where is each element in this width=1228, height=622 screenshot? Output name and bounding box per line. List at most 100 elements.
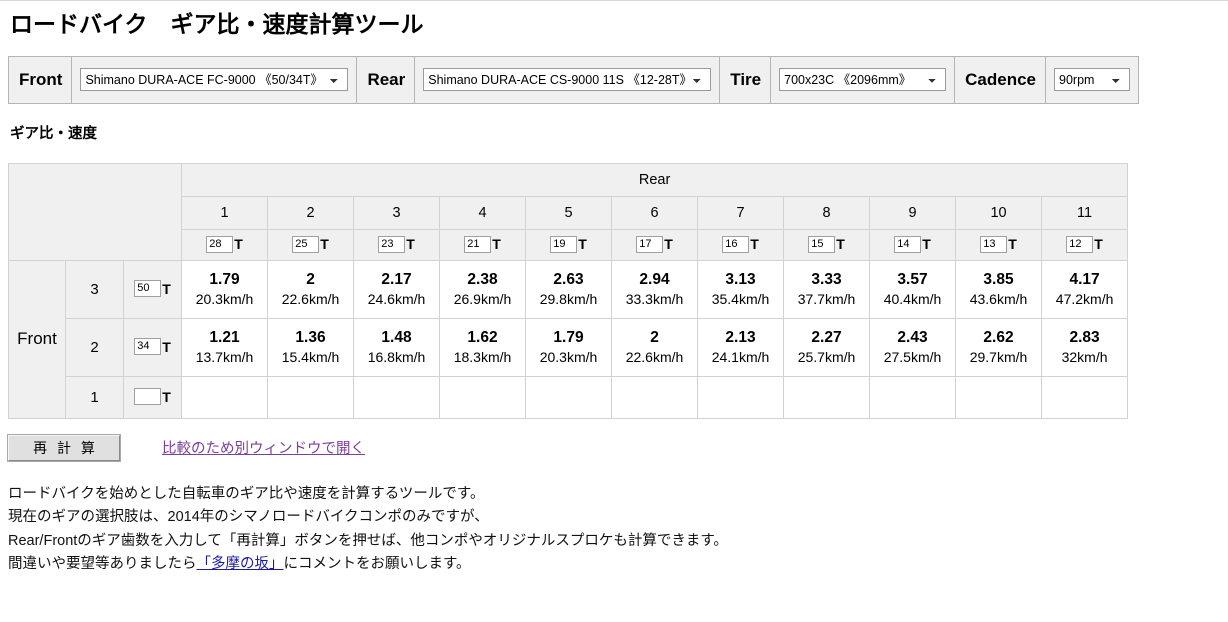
gear-table-body: Rear 1234567891011 T T T T T T T T T T T bbox=[7, 162, 1129, 261]
rear-tooth-input[interactable] bbox=[292, 235, 320, 253]
table-row: 2T1.2113.7km/h1.3615.4km/h1.4816.8km/h1.… bbox=[9, 317, 1129, 377]
gear-data-cell: 2.17 24.6km/h bbox=[353, 259, 441, 319]
gear-data-cell bbox=[439, 375, 527, 419]
gear-data-cell bbox=[783, 375, 871, 419]
gear-speed-value: 26.9km/h bbox=[453, 291, 512, 308]
rear-tooth-cell: T bbox=[955, 228, 1043, 261]
front-tooth-input[interactable] bbox=[134, 388, 162, 406]
rear-column-number: 6 bbox=[611, 195, 699, 230]
gear-speed-value: 43.6km/h bbox=[969, 291, 1028, 308]
tooth-unit-label: T bbox=[1008, 236, 1017, 253]
rear-column-number: 7 bbox=[697, 195, 785, 230]
gear-ratio-value: 1.79 bbox=[553, 328, 584, 346]
gear-data-cell bbox=[1041, 375, 1129, 419]
gear-data-cell bbox=[611, 375, 699, 419]
rear-tooth-input[interactable] bbox=[206, 235, 234, 253]
open-in-new-window-link[interactable]: 比較のため別ウィンドウで開く bbox=[162, 437, 365, 458]
rear-tooth-cell: T bbox=[181, 228, 269, 261]
gear-data-cell: 2.63 29.8km/h bbox=[525, 259, 613, 319]
gear-speed-value: 27.5km/h bbox=[883, 349, 942, 366]
rear-tooth-input[interactable] bbox=[378, 235, 406, 253]
gear-speed-value: 25.7km/h bbox=[797, 349, 856, 366]
front-tooth-input[interactable] bbox=[134, 280, 162, 298]
notes-block: ロードバイクを始めとした自転車のギア比や速度を計算するツールです。 現在のギアの… bbox=[8, 483, 1228, 577]
tooth-unit-label: T bbox=[750, 236, 759, 253]
note-line-4-after: にコメントをお願いします。 bbox=[283, 556, 471, 573]
gear-ratio-value: 2.63 bbox=[553, 270, 584, 288]
gear-data-cell: 3.13 35.4km/h bbox=[697, 259, 785, 319]
rear-column-number: 8 bbox=[783, 195, 871, 230]
front-tooth-input[interactable] bbox=[134, 338, 162, 356]
gear-table-data-body: Front3 T 1.79 20.3km/h 2 22.6km/h 2.17 24.6km/h… bbox=[8, 259, 1129, 419]
note-line-3: Rear/Frontのギア歯数を入力して「再計算」ボタンを押せば、他コンポやオリ… bbox=[8, 532, 728, 549]
rear-tooth-input[interactable] bbox=[636, 235, 664, 253]
gear-data-cell: 1.36 15.4km/h bbox=[267, 317, 355, 377]
gear-data-cell: 2.38 26.9km/h bbox=[439, 259, 527, 319]
note-line-4-before: 間違いや要望等ありましたら bbox=[8, 556, 197, 573]
gear-data-cell bbox=[267, 375, 355, 419]
rear-column-number: 5 bbox=[525, 195, 613, 230]
gear-data-cell: 2.83 32km/h bbox=[1041, 317, 1129, 377]
gear-ratio-value: 2.83 bbox=[1069, 328, 1100, 346]
gear-ratio-value: 2 bbox=[306, 270, 315, 288]
rear-tooth-input[interactable] bbox=[894, 235, 922, 253]
gear-data-cell: 1.62 18.3km/h bbox=[439, 317, 527, 377]
tama-no-saka-link[interactable]: 「多摩の坂」 bbox=[197, 556, 284, 572]
tooth-unit-label: T bbox=[162, 338, 171, 355]
tire-label: Tire bbox=[719, 55, 772, 104]
front-gear-number: 3 bbox=[65, 259, 124, 319]
gear-ratio-value: 2.17 bbox=[381, 270, 412, 288]
gear-speed-value: 40.4km/h bbox=[883, 291, 942, 308]
section-title: ギア比・速度 bbox=[10, 125, 97, 142]
tooth-unit-label: T bbox=[1094, 236, 1103, 253]
front-select-cell: Shimano DURA-ACE FC-9000 《50/34T》 bbox=[71, 55, 358, 104]
gear-data-cell bbox=[955, 375, 1043, 419]
gear-speed-value: 16.8km/h bbox=[367, 349, 426, 366]
rear-tooth-input[interactable] bbox=[722, 235, 750, 253]
gear-ratio-value: 3.57 bbox=[897, 270, 928, 288]
rear-tooth-cell: T bbox=[439, 228, 527, 261]
gear-ratio-value: 2.43 bbox=[897, 328, 928, 346]
note-line-4: 間違いや要望等ありましたら「多摩の坂」にコメントをお願いします。 bbox=[8, 553, 1228, 576]
gear-ratio-value: 2 bbox=[650, 328, 659, 346]
rear-cassette-select[interactable]: Shimano DURA-ACE CS-9000 11S 《12-28T》 bbox=[423, 68, 712, 92]
recalculate-button[interactable]: 再 計 算 bbox=[7, 433, 121, 462]
front-chainring-select[interactable]: Shimano DURA-ACE FC-9000 《50/34T》 bbox=[80, 68, 349, 92]
gear-speed-value: 13.7km/h bbox=[195, 349, 254, 366]
tire-size-select[interactable]: 700x23C 《2096mm》 bbox=[779, 68, 947, 92]
tooth-unit-label: T bbox=[234, 236, 243, 253]
gear-data-cell bbox=[697, 375, 785, 419]
rear-tooth-input[interactable] bbox=[980, 235, 1008, 253]
gear-speed-value: 24.6km/h bbox=[367, 291, 426, 308]
gear-ratio-value: 1.48 bbox=[381, 328, 412, 346]
gear-data-cell bbox=[525, 375, 613, 419]
table-row: 1T bbox=[9, 375, 1129, 419]
gear-data-cell bbox=[869, 375, 957, 419]
gear-speed-value: 37.7km/h bbox=[797, 291, 856, 308]
rear-tooth-input[interactable] bbox=[550, 235, 578, 253]
gear-speed-value: 20.3km/h bbox=[539, 349, 598, 366]
rear-group-header: Rear bbox=[181, 162, 1129, 197]
front-group-header: Front bbox=[8, 259, 66, 419]
gear-speed-value: 47.2km/h bbox=[1055, 291, 1114, 308]
rear-column-number: 4 bbox=[439, 195, 527, 230]
tire-select-cell: 700x23C 《2096mm》 bbox=[770, 55, 956, 104]
rear-tooth-cell: T bbox=[1041, 228, 1129, 261]
gear-data-cell: 2.94 33.3km/h bbox=[611, 259, 699, 319]
tooth-unit-label: T bbox=[836, 236, 845, 253]
rear-column-number: 10 bbox=[955, 195, 1043, 230]
front-label: Front bbox=[7, 55, 73, 104]
gear-ratio-table: Rear 1234567891011 TTTTTTTTTTT Front3 T 1.… bbox=[7, 162, 1129, 419]
action-row: 再 計 算 比較のため別ウィンドウで開く bbox=[7, 433, 1228, 462]
tooth-unit-label: T bbox=[578, 236, 587, 253]
rear-tooth-cell: T bbox=[353, 228, 441, 261]
gear-data-cell: 2 22.6km/h bbox=[267, 259, 355, 319]
rear-tooth-input[interactable] bbox=[808, 235, 836, 253]
cadence-select[interactable]: 90rpm bbox=[1054, 68, 1130, 92]
gear-data-cell: 4.17 47.2km/h bbox=[1041, 259, 1129, 319]
rear-tooth-input[interactable] bbox=[1066, 235, 1094, 253]
gear-ratio-value: 2.13 bbox=[725, 328, 756, 346]
rear-tooth-input[interactable] bbox=[464, 235, 492, 253]
gear-speed-value: 29.7km/h bbox=[969, 349, 1028, 366]
table-row: Front3 T 1.79 20.3km/h 2 22.6km/h 2.17 24.6km/h… bbox=[8, 259, 1129, 419]
